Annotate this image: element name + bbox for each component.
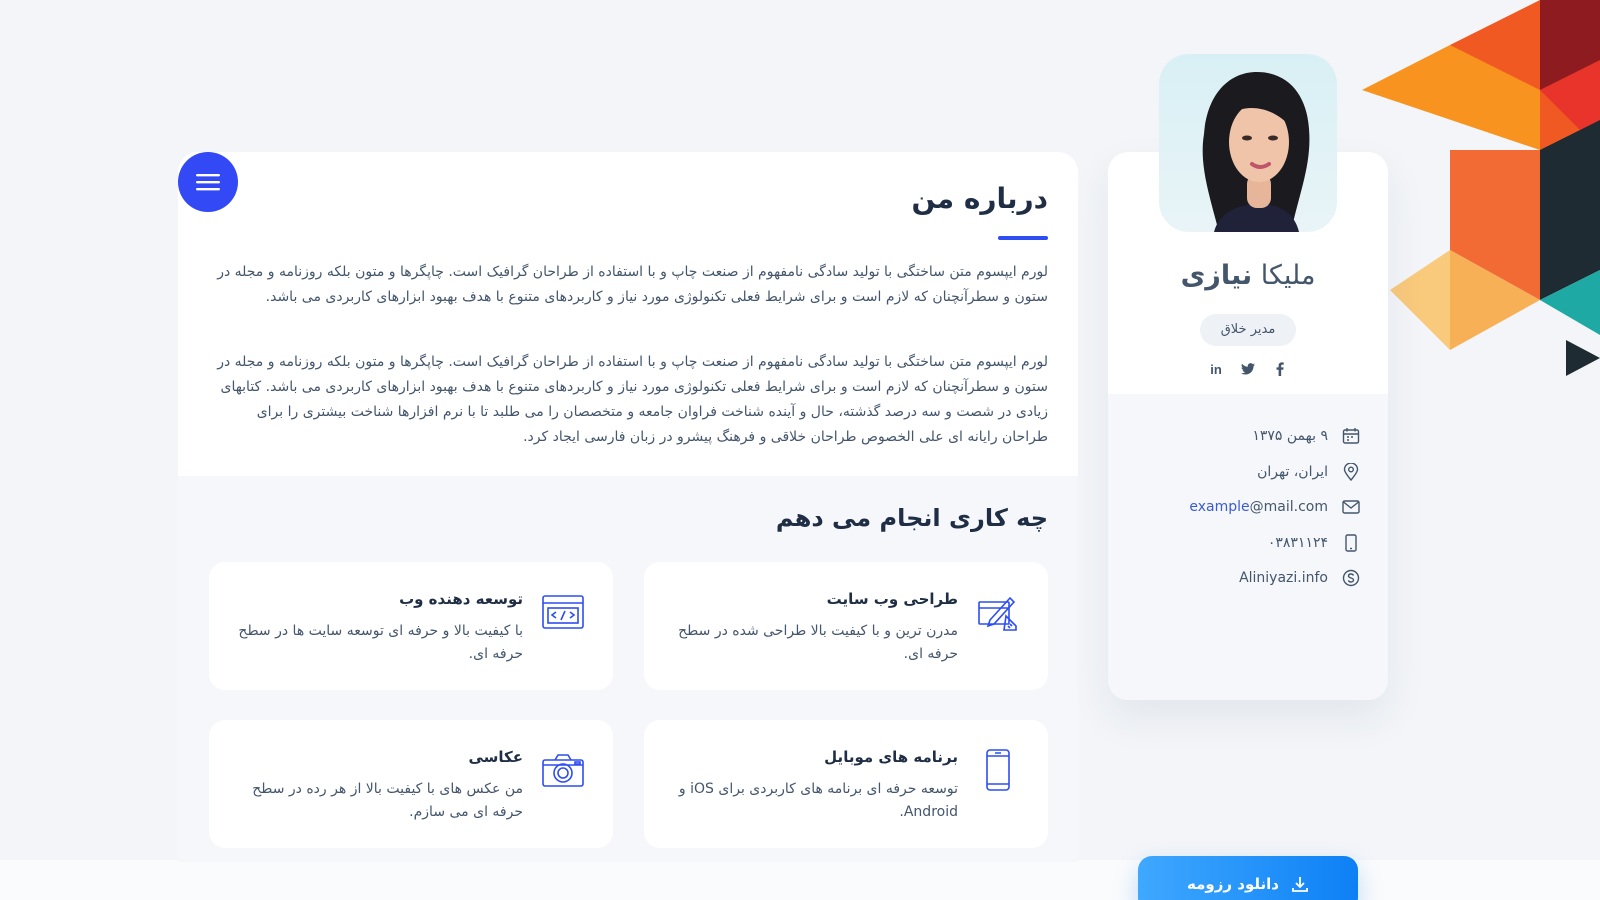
email-domain: @mail.com: [1249, 499, 1328, 515]
location-pin-icon: [1342, 463, 1360, 481]
info-phone: ۰۳۸۳۱۱۲۴: [1268, 531, 1360, 555]
service-card-mobile-apps[interactable]: برنامه های موبایل توسعه حرفه ای برنامه ه…: [644, 720, 1048, 848]
first-name: ملیکا: [1260, 260, 1316, 291]
web-design-icon: [978, 596, 1017, 631]
code-window-icon: [542, 595, 584, 629]
service-description: من عکس های با کیفیت بالا از هر رده در سط…: [252, 781, 523, 820]
service-title: طراحی وب سایت: [826, 590, 958, 608]
last-name: نیازی: [1180, 260, 1253, 291]
envelope-icon: [1342, 498, 1360, 516]
linkedin-icon[interactable]: in: [1209, 361, 1223, 377]
mobile-icon: [1342, 534, 1360, 552]
mobile-phone-icon: [986, 749, 1010, 791]
email-link[interactable]: example@mail.com: [1189, 499, 1328, 515]
profile-card: ملیکا نیازی مدیر خلاق in ۹ بهمن ۱۳۷۵ ایر…: [1108, 152, 1388, 900]
service-card-web-design[interactable]: طراحی وب سایت مدرن ترین و با کیفیت بالا …: [644, 562, 1048, 690]
email-user: example: [1189, 499, 1250, 515]
page-footer-strip: [0, 860, 1600, 900]
info-location: ایران، تهران: [1257, 460, 1360, 484]
info-birthday: ۹ بهمن ۱۳۷۵: [1252, 424, 1360, 448]
title-underline: [998, 236, 1048, 240]
role-badge: مدیر خلاق: [1200, 314, 1296, 346]
service-card-photography[interactable]: عکاسی من عکس های با کیفیت بالا از هر رده…: [209, 720, 613, 848]
service-description: با کیفیت بالا و حرفه ای توسعه سایت ها در…: [238, 623, 523, 662]
phone-text: ۰۳۸۳۱۱۲۴: [1267, 535, 1328, 551]
profile-name: ملیکا نیازی: [1108, 260, 1388, 291]
camera-icon: [542, 754, 584, 787]
social-links: in: [1108, 361, 1388, 377]
about-title: درباره من: [911, 182, 1048, 215]
service-title: برنامه های موبایل: [824, 748, 958, 766]
service-title: عکاسی: [468, 748, 523, 766]
service-title: توسعه دهنده وب: [399, 590, 523, 608]
avatar: [1159, 54, 1337, 232]
download-icon: [1292, 877, 1308, 892]
website-text: Aliniyazi.info: [1239, 570, 1328, 586]
menu-button[interactable]: [178, 152, 238, 212]
location-text: ایران، تهران: [1257, 464, 1328, 480]
services-title: چه کاری انجام می دهم: [775, 504, 1048, 532]
download-label: دانلود رزومه: [1187, 875, 1279, 893]
about-card: درباره من لورم ایپسوم متن ساختگی با تولی…: [178, 152, 1078, 862]
hamburger-menu-icon: [196, 174, 220, 191]
calendar-icon: [1342, 427, 1360, 445]
skype-icon: [1342, 569, 1360, 587]
service-description: توسعه حرفه ای برنامه های کاربردی برای iO…: [678, 781, 958, 820]
download-resume-button[interactable]: دانلود رزومه: [1138, 856, 1358, 900]
about-paragraph-1: لورم ایپسوم متن ساختگی با تولید سادگی نا…: [217, 264, 1048, 305]
profile-photo: [1202, 72, 1310, 232]
contact-info: ۹ بهمن ۱۳۷۵ ایران، تهران example@mail.co…: [1108, 394, 1388, 900]
info-website: Aliniyazi.info: [1239, 566, 1360, 590]
info-email: example@mail.com: [1189, 495, 1360, 519]
twitter-icon[interactable]: [1241, 361, 1255, 377]
facebook-icon[interactable]: [1273, 361, 1287, 377]
birthday-text: ۹ بهمن ۱۳۷۵: [1252, 428, 1328, 444]
about-paragraph-2: لورم ایپسوم متن ساختگی با تولید سادگی نا…: [217, 354, 1048, 445]
services-section: چه کاری انجام می دهم طراحی وب سایت مدرن …: [178, 476, 1078, 862]
service-description: مدرن ترین و با کیفیت بالا طراحی شده در س…: [678, 623, 958, 662]
service-card-web-development[interactable]: توسعه دهنده وب با کیفیت بالا و حرفه ای ت…: [209, 562, 613, 690]
